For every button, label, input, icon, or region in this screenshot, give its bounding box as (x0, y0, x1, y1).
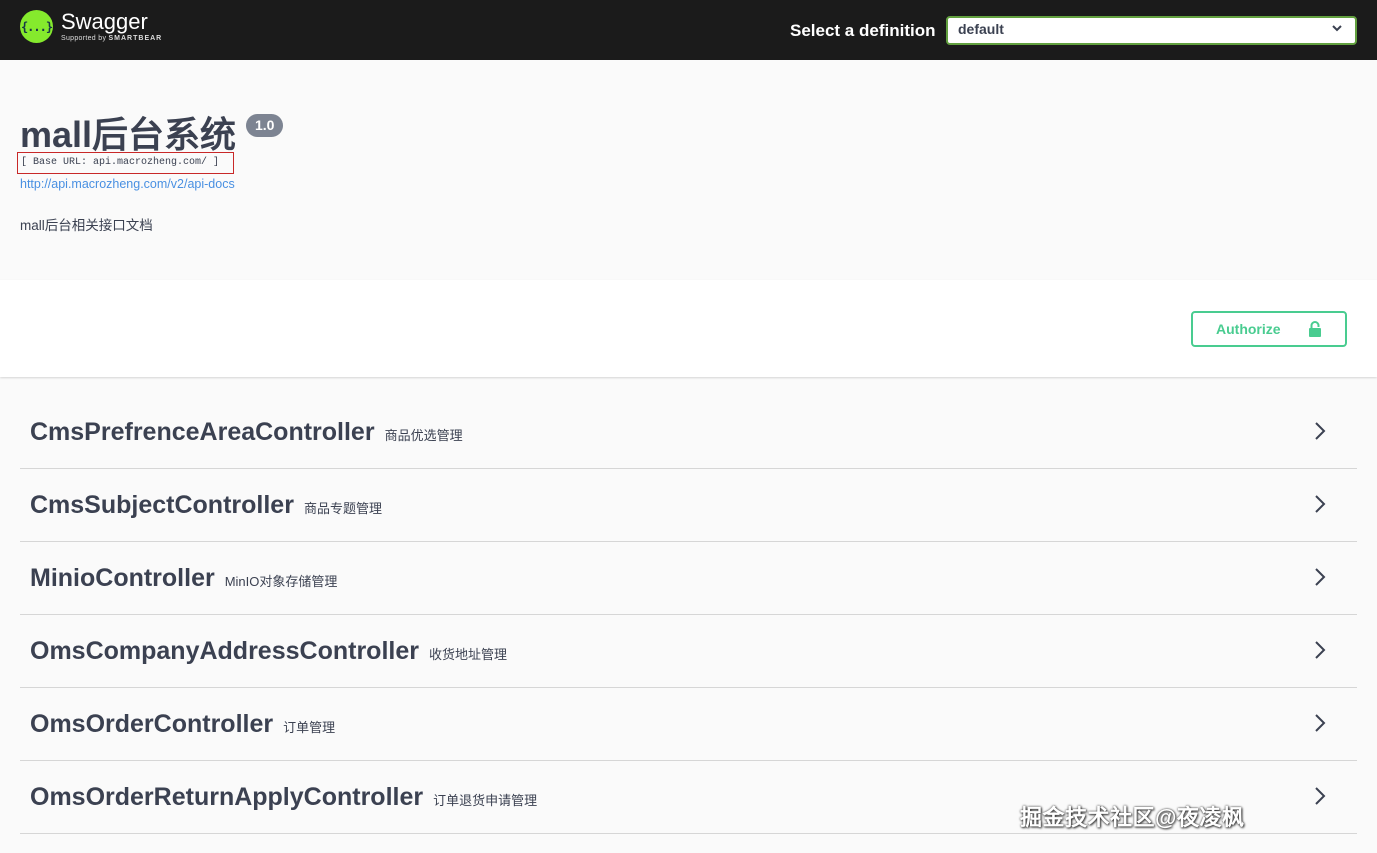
definition-select[interactable]: default (946, 16, 1357, 45)
controller-description: 订单管理 (283, 719, 336, 735)
logo-subtitle: Supported by SMARTBEAR (61, 34, 162, 44)
controller-row[interactable]: CmsPrefrenceAreaController 商品优选管理 (20, 396, 1357, 469)
chevron-right-icon (1313, 639, 1327, 661)
definition-label: Select a definition (790, 21, 936, 40)
logo-text: Swagger Supported by SMARTBEAR (61, 10, 162, 44)
authorize-button[interactable]: Authorize (1191, 311, 1347, 347)
chevron-right-icon (1313, 493, 1327, 515)
scheme-container: Authorize (0, 280, 1377, 377)
info-section: mall后台系统 1.0 [ Base URL: api.macrozheng.… (0, 60, 1377, 280)
chevron-right-icon (1313, 566, 1327, 588)
controller-row[interactable]: CmsSubjectController 商品专题管理 (20, 469, 1357, 542)
base-url: [ Base URL: api.macrozheng.com/ ] (17, 152, 234, 174)
definition-select-value: default (958, 21, 1004, 37)
logo-sub-brand: SMARTBEAR (108, 35, 163, 42)
controller-name: OmsCompanyAddressController (30, 636, 419, 665)
controller-name: CmsSubjectController (30, 490, 294, 519)
logo-sub-prefix: Supported by (61, 35, 107, 42)
swagger-logo[interactable]: {...} Swagger Supported by SMARTBEAR (20, 10, 162, 44)
chevron-down-icon (1331, 21, 1343, 37)
api-description: mall后台相关接口文档 (20, 218, 153, 233)
watermark: 掘金技术社区@夜凌枫 (1020, 805, 1245, 830)
authorize-label: Authorize (1216, 321, 1281, 337)
controller-description: 收货地址管理 (428, 646, 507, 662)
controller-description: 商品专题管理 (303, 500, 382, 516)
controller-name: CmsPrefrenceAreaController (30, 417, 375, 446)
page-title: mall后台系统 (20, 114, 237, 155)
chevron-right-icon (1313, 785, 1327, 807)
controller-list: CmsPrefrenceAreaController 商品优选管理 CmsSub… (20, 396, 1357, 834)
controller-name: OmsOrderController (30, 709, 274, 738)
chevron-right-icon (1313, 712, 1327, 734)
controller-description: MinIO对象存储管理 (224, 573, 338, 589)
controller-row[interactable]: MinioController MinIO对象存储管理 (20, 542, 1357, 615)
top-bar: {...} Swagger Supported by SMARTBEAR Sel… (0, 0, 1377, 60)
controller-description: 商品优选管理 (384, 427, 463, 443)
lock-icon (1308, 321, 1322, 337)
chevron-right-icon (1313, 420, 1327, 442)
controller-name: MinioController (30, 563, 215, 592)
controller-row[interactable]: OmsCompanyAddressController 收货地址管理 (20, 615, 1357, 688)
version-badge: 1.0 (246, 114, 284, 137)
controller-name: OmsOrderReturnApplyController (30, 782, 424, 811)
controller-description: 订单退货申请管理 (433, 792, 538, 808)
api-docs-link[interactable]: http://api.macrozheng.com/v2/api-docs (20, 177, 235, 191)
swagger-logo-icon: {...} (20, 10, 53, 43)
controller-row[interactable]: OmsOrderController 订单管理 (20, 688, 1357, 761)
logo-title: Swagger (61, 9, 148, 34)
